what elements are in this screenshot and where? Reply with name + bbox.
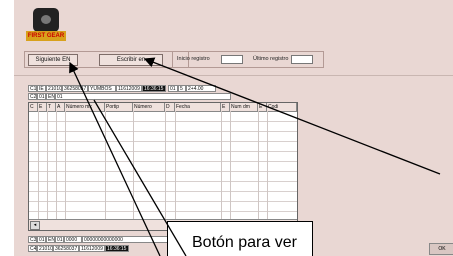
arrow-to-next-button	[69, 61, 161, 256]
arrow-line	[93, 99, 187, 256]
arrow-to-write-button	[143, 57, 441, 175]
annotation-arrows	[69, 57, 441, 256]
